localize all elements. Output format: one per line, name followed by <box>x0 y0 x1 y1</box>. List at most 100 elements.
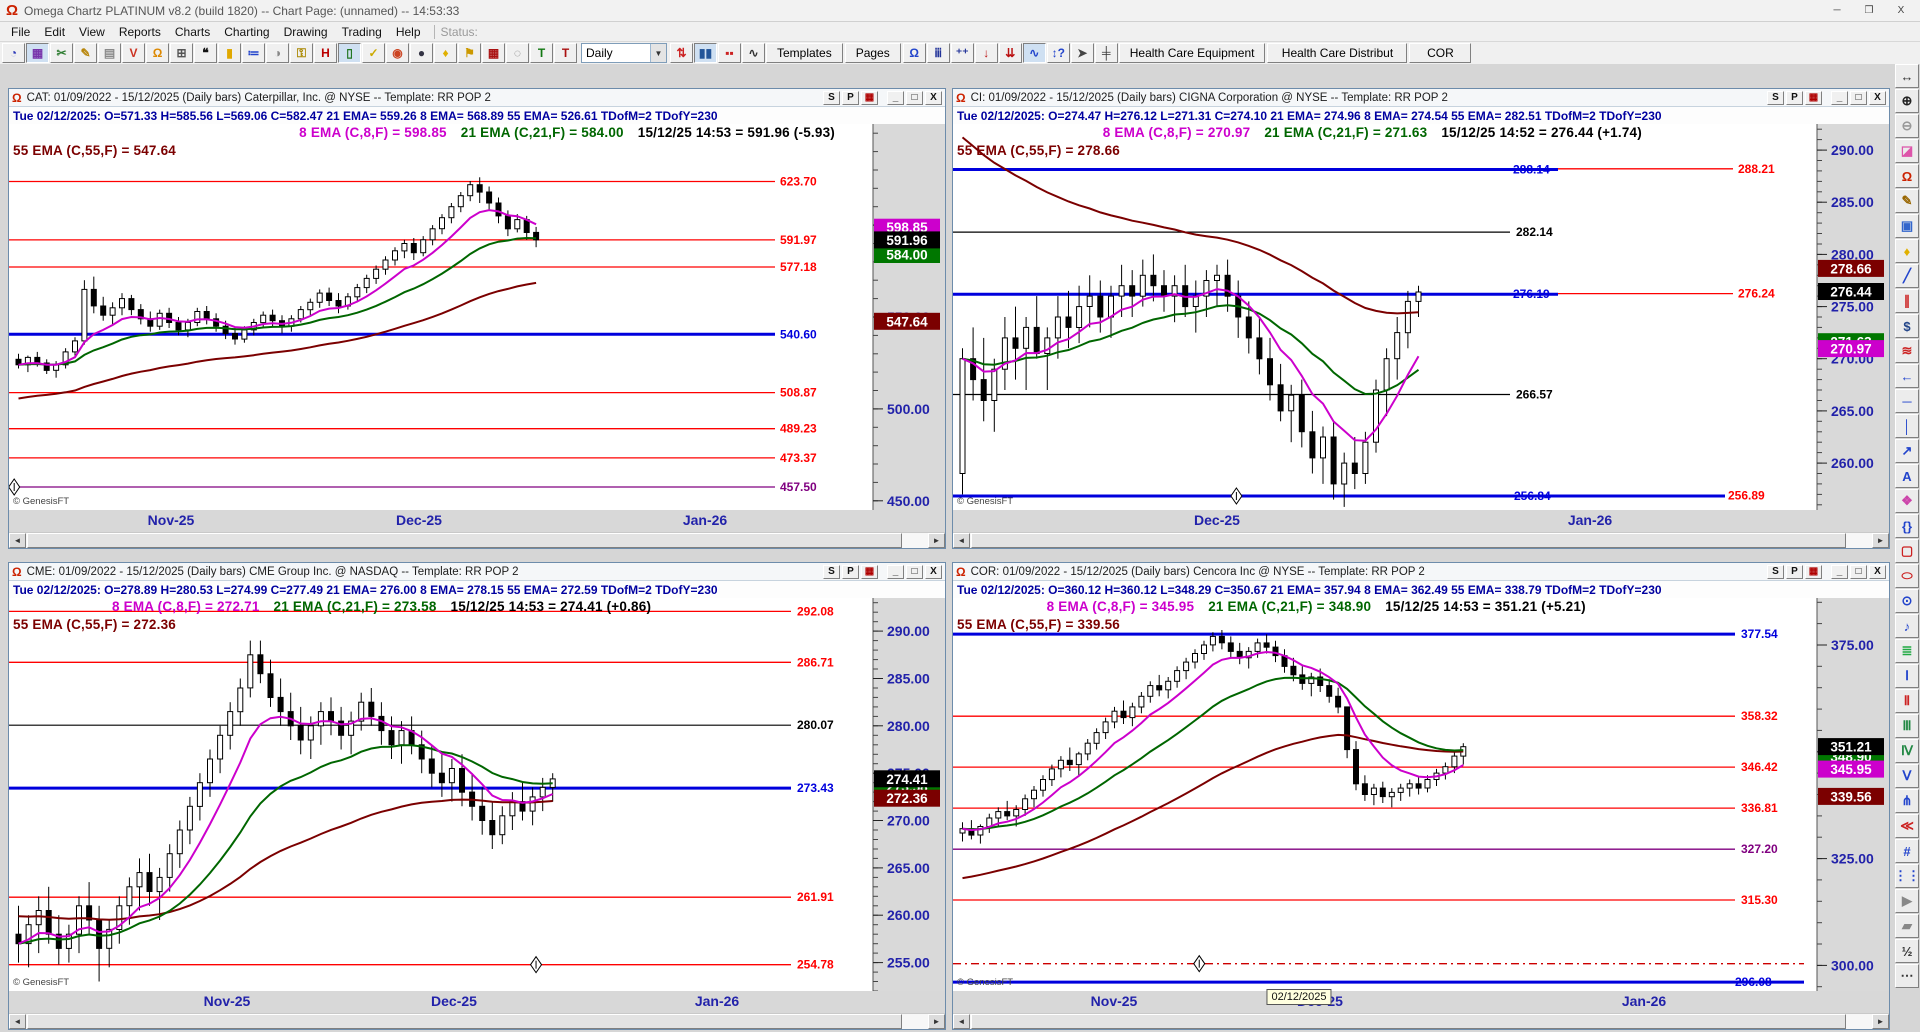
symbol-button[interactable]: S <box>823 564 840 579</box>
key-icon[interactable]: ⚿ <box>290 43 313 63</box>
panel-maximize-button[interactable]: □ <box>1850 90 1867 105</box>
tools-icon[interactable]: ✂ <box>50 43 73 63</box>
chart-settings-icon[interactable]: ▦ <box>861 90 878 105</box>
dots-icon[interactable]: ⋯ <box>1895 964 1919 988</box>
cursor-icon[interactable]: ➤ <box>1070 43 1094 63</box>
scrollbar-thumb[interactable] <box>27 533 902 548</box>
shape-overlay-icon[interactable]: ▢ <box>1895 539 1919 563</box>
price-chart-svg[interactable]: 255.00260.00265.00270.00275.00280.00285.… <box>9 598 945 992</box>
ibeam3-icon[interactable]: Ⅲ <box>1895 714 1919 738</box>
menu-charts[interactable]: Charts <box>168 23 217 41</box>
fan-lines-icon[interactable]: ≪ <box>1895 814 1919 838</box>
scroll-right-arrow[interactable]: ► <box>928 1014 945 1029</box>
colored-bars-icon[interactable]: ▪▪ <box>718 43 741 63</box>
zigzag-icon[interactable]: ∿ <box>742 43 765 63</box>
text-tool-icon[interactable]: A <box>1895 464 1919 488</box>
red-grid-icon[interactable]: ▦ <box>482 43 505 63</box>
alert-bell-icon[interactable]: ♦ <box>1895 239 1919 263</box>
candle-icon[interactable]: ▮ <box>218 43 241 63</box>
print-button[interactable]: P <box>842 90 859 105</box>
scroll-left-arrow[interactable]: ◄ <box>953 1014 970 1029</box>
ibeam2-icon[interactable]: Ⅱ <box>1895 689 1919 713</box>
chart-area[interactable]: 300.00325.00350.00375.00296.08377.54358.… <box>953 598 1889 991</box>
ibeam5-icon[interactable]: Ⅴ <box>1895 764 1919 788</box>
menu-file[interactable]: File <box>4 23 37 41</box>
menu-charting[interactable]: Charting <box>217 23 276 41</box>
trendline-icon[interactable]: ╱ <box>1895 264 1919 288</box>
panel-titlebar[interactable]: Ω CAT: 01/09/2022 - 15/12/2025 (Daily bar… <box>9 89 945 107</box>
chart-area[interactable]: 255.00260.00265.00270.00275.00280.00285.… <box>9 598 945 992</box>
parallelogram-icon[interactable]: ▰ <box>1895 914 1919 938</box>
signal-light-icon[interactable]: ▦ <box>26 43 49 63</box>
levels-icon[interactable]: ≣ <box>1895 639 1919 663</box>
window-maximize-button[interactable]: ❒ <box>1854 2 1884 20</box>
print-button[interactable]: P <box>842 564 859 579</box>
horizontal-scrollbar[interactable]: ◄ ► <box>9 532 945 548</box>
scroll-right-arrow[interactable]: ► <box>928 533 945 548</box>
omega-icon[interactable]: Ω <box>1895 164 1919 188</box>
period-select[interactable]: Daily ▼ <box>581 43 667 63</box>
h-red-icon[interactable]: H <box>314 43 337 63</box>
spreadsheet-icon[interactable]: ⊞ <box>170 43 193 63</box>
chart-settings-icon[interactable]: ▦ <box>1805 564 1822 579</box>
menu-reports[interactable]: Reports <box>112 23 168 41</box>
price-chart-svg[interactable]: 450.00500.00550.00600.00623.70591.97577.… <box>8 124 945 510</box>
menu-trading[interactable]: Trading <box>335 23 389 41</box>
bell-icon[interactable]: ♦ <box>434 43 457 63</box>
updown-bars-icon[interactable]: ⇅ <box>670 43 693 63</box>
flag-grid-icon[interactable]: ⚑ <box>458 43 481 63</box>
gauge-icon[interactable]: ◉ <box>386 43 409 63</box>
ellipse-icon[interactable]: ⬭ <box>1895 564 1919 588</box>
wave-icon[interactable]: ∿ <box>1022 43 1046 63</box>
panel-maximize-button[interactable]: □ <box>906 564 923 579</box>
panel-close-button[interactable]: X <box>1869 564 1886 579</box>
menu-drawing[interactable]: Drawing <box>277 23 335 41</box>
scrollbar-track[interactable] <box>26 533 928 548</box>
crosshair-icon[interactable]: ╪ <box>1094 43 1118 63</box>
camera-icon[interactable]: ● <box>410 43 433 63</box>
scrollbar-thumb[interactable] <box>971 1014 1846 1029</box>
grid-dots-icon[interactable]: ⋮⋮ <box>1894 864 1920 888</box>
pages-button[interactable]: Pages <box>844 43 901 63</box>
plus-plus-icon[interactable]: ⁺⁺ <box>950 43 974 63</box>
search-icon[interactable]: ◌ <box>506 43 529 63</box>
panel-titlebar[interactable]: Ω CI: 01/09/2022 - 15/12/2025 (Daily bars… <box>953 89 1889 107</box>
ibeam4-icon[interactable]: Ⅳ <box>1895 739 1919 763</box>
watchlist-icon[interactable]: ≔ <box>242 43 265 63</box>
zoom-out-icon[interactable]: ⊖ <box>1895 114 1919 138</box>
pencil-icon[interactable]: ✓ <box>362 43 385 63</box>
grid-bars-icon[interactable]: # <box>1895 839 1919 863</box>
panel-maximize-button[interactable]: □ <box>906 90 923 105</box>
panel-titlebar[interactable]: Ω COR: 01/09/2022 - 15/12/2025 (Daily bar… <box>953 563 1889 581</box>
volume-bars-icon[interactable]: ▮▮ <box>694 43 717 63</box>
chart-area[interactable]: 450.00500.00550.00600.00623.70591.97577.… <box>8 124 945 510</box>
price-chart-svg[interactable]: 260.00265.00270.00275.00280.00285.00290.… <box>953 124 1889 510</box>
circle-target-icon[interactable]: ⊙ <box>1895 589 1919 613</box>
panel-close-button[interactable]: X <box>925 90 942 105</box>
templates-button[interactable]: Templates <box>766 43 843 63</box>
panel-minimize-button[interactable]: _ <box>1831 90 1848 105</box>
bars-compare-icon[interactable]: ⅲ <box>926 43 950 63</box>
parallel-lines-icon[interactable]: ∥ <box>1895 289 1919 313</box>
braces-icon[interactable]: {} <box>1895 514 1919 538</box>
panel-titlebar[interactable]: Ω CME: 01/09/2022 - 15/12/2025 (Daily bar… <box>9 563 945 581</box>
gear-icon[interactable]: ◑ <box>266 43 289 63</box>
quotes-icon[interactable]: ❝ <box>194 43 217 63</box>
panel-close-button[interactable]: X <box>925 564 942 579</box>
arrow-left-icon[interactable]: ← <box>1895 364 1919 388</box>
panel-minimize-button[interactable]: _ <box>1831 564 1848 579</box>
shapes-icon[interactable]: ❖ <box>1895 489 1919 513</box>
print-button[interactable]: P <box>1786 90 1803 105</box>
scrollbar-thumb[interactable] <box>27 1014 902 1029</box>
pitchfork-icon[interactable]: ⋔ <box>1895 789 1919 813</box>
panel-minimize-button[interactable]: _ <box>887 564 904 579</box>
note-icon[interactable]: ♪ <box>1895 614 1919 638</box>
scroll-right-arrow[interactable]: ► <box>1872 1014 1889 1029</box>
omega-blue-icon[interactable]: Ω <box>902 43 926 63</box>
horizontal-scrollbar[interactable]: ◄ ► <box>953 532 1889 548</box>
price-chart-svg[interactable]: 300.00325.00350.00375.00296.08377.54358.… <box>953 598 1889 991</box>
chart-candle-icon[interactable]: ▯ <box>338 43 361 63</box>
scroll-left-arrow[interactable]: ◄ <box>953 533 970 548</box>
alert-v-icon[interactable]: V <box>122 43 145 63</box>
symbol-button[interactable]: S <box>823 90 840 105</box>
